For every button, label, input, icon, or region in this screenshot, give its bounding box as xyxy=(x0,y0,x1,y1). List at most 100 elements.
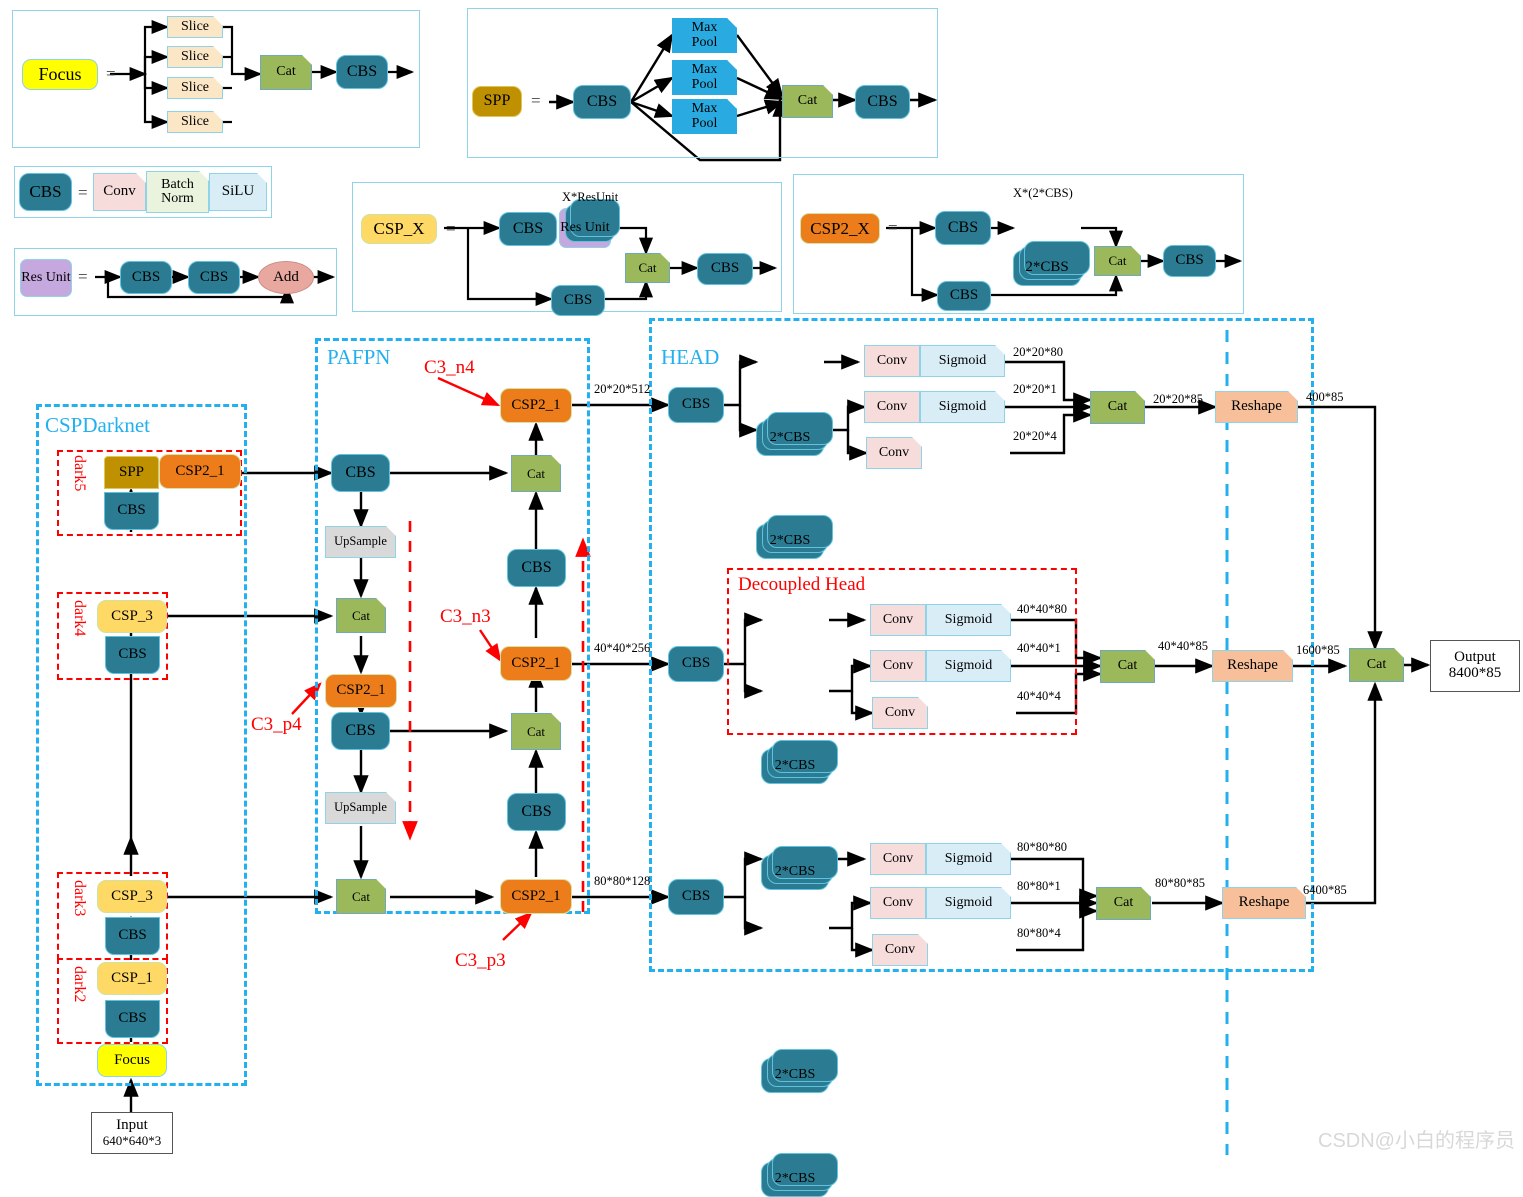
head-branch2-cls-sigmoid: Sigmoid xyxy=(926,604,1011,636)
pafpn-csp2-1-n4: CSP2_1 xyxy=(500,388,572,423)
legend-csp2x-caption: X*(2*CBS) xyxy=(1013,186,1073,200)
legend-focus-cbs: CBS xyxy=(336,55,388,89)
head-branch3-reg-conv: Conv xyxy=(872,934,928,966)
dark3-label: dark3 xyxy=(71,880,88,917)
dark2-cbs: CBS xyxy=(105,1000,160,1038)
legend-resunit-cbs2: CBS xyxy=(188,261,240,294)
legend-maxpool-1: Max Pool xyxy=(672,18,737,53)
head-branch1-cls-stack: 2*CBS xyxy=(756,412,833,456)
head-branch2-reg-stack: 2*CBS xyxy=(761,846,838,890)
head-branch3-in-dim: 80*80*128 xyxy=(594,874,651,888)
final-cat: Cat xyxy=(1349,648,1404,682)
legend-csp2x-cbs-out: CBS xyxy=(1163,245,1216,277)
maxpool-label-1: Max xyxy=(691,19,718,35)
head-branch3-obj-conv: Conv xyxy=(870,887,926,919)
legend-resunit-cbs1: CBS xyxy=(120,261,172,294)
head-branch1-reg-dim: 20*20*4 xyxy=(1013,429,1057,443)
head-branch2-reg-dim: 40*40*4 xyxy=(1017,689,1061,703)
legend-csp2x-2cbs: 2*CBS xyxy=(1013,241,1090,286)
pafpn-cbs-top: CBS xyxy=(331,454,390,492)
head-branch2-cls-stack: 2*CBS xyxy=(761,740,838,784)
legend-cspx-cbs-top: CBS xyxy=(499,212,557,246)
pafpn-cat-2: Cat xyxy=(336,879,386,914)
output-node: Output 8400*85 xyxy=(1430,640,1520,692)
legend-spp-equals: = xyxy=(531,91,541,110)
legend-csp2x-cbs-top: CBS xyxy=(935,211,991,245)
head-branch3-cls-sigmoid: Sigmoid xyxy=(926,843,1011,875)
head-branch2-obj-dim: 40*40*1 xyxy=(1017,641,1061,655)
legend-csp2x-cat: Cat xyxy=(1094,246,1141,276)
head-branch3-cls-dim: 80*80*80 xyxy=(1017,840,1067,854)
legend-csp2x-block: CSP2_X xyxy=(800,213,880,244)
head-branch2-obj-sigmoid: Sigmoid xyxy=(926,650,1011,682)
head-branch2-cat-dim: 40*40*85 xyxy=(1158,639,1208,653)
pafpn-cbs-mid: CBS xyxy=(331,712,390,750)
decoupled-head-label: Decoupled Head xyxy=(738,574,866,595)
legend-spp-cat: Cat xyxy=(782,85,833,118)
head-branch1-cls-conv: Conv xyxy=(864,345,920,377)
backbone-focus: Focus xyxy=(97,1044,167,1077)
legend-cspx-cbs-out: CBS xyxy=(697,253,753,285)
pafpn-cbs-n4: CBS xyxy=(507,549,566,587)
maxpool-label-3b: Pool xyxy=(691,115,718,131)
annotation-c3-n3: C3_n3 xyxy=(440,606,491,627)
legend-cbs-equals: = xyxy=(78,183,88,202)
maxpool-label-2: Max xyxy=(691,61,718,77)
pafpn-title: PAFPN xyxy=(327,345,391,369)
maxpool-label-2b: Pool xyxy=(691,76,718,92)
dark5-csp2-1: CSP2_1 xyxy=(159,454,241,489)
legend-resunit-equals: = xyxy=(78,267,88,286)
maxpool-label-3: Max xyxy=(691,100,718,116)
head-branch1-cat-dim: 20*20*85 xyxy=(1153,392,1203,406)
head-branch1-reg-conv: Conv xyxy=(866,437,922,469)
head-branch1-obj-dim: 20*20*1 xyxy=(1013,382,1057,396)
head-branch2-cls-dim: 40*40*80 xyxy=(1017,602,1067,616)
watermark: CSDN@小白的程序员 xyxy=(1318,1130,1515,1152)
head-branch2-reg-conv: Conv xyxy=(872,697,928,729)
head-branch3-cbs: CBS xyxy=(668,879,724,915)
maxpool-label-1b: Pool xyxy=(691,34,718,50)
legend-spp-cbs-out: CBS xyxy=(855,85,910,119)
legend-cspx-resunit-caption: X*ResUnit xyxy=(562,190,619,204)
annotation-c3-n4: C3_n4 xyxy=(424,357,475,378)
legend-resunit-add: Add xyxy=(258,261,314,294)
head-branch3-reg-dim: 80*80*4 xyxy=(1017,926,1061,940)
dark4-label: dark4 xyxy=(71,600,88,637)
legend-slice-1: Slice xyxy=(167,16,223,38)
head-branch1-in-dim: 20*20*512 xyxy=(594,382,651,396)
legend-resunit-block: Res Unit xyxy=(20,259,72,297)
head-branch1-reg-stack: 2*CBS xyxy=(756,515,833,559)
pafpn-cat-n3: Cat xyxy=(511,713,561,750)
dark2-csp-1: CSP_1 xyxy=(97,962,167,995)
legend-slice-4: Slice xyxy=(167,111,223,133)
legend-spp-cbs-in: CBS xyxy=(573,85,631,119)
head-branch1-cbs: CBS xyxy=(668,387,724,423)
pafpn-upsample-1: UpSample xyxy=(325,526,396,558)
pafpn-cbs-n3: CBS xyxy=(507,793,566,831)
legend-maxpool-3: Max Pool xyxy=(672,99,737,134)
head-branch2-cbs: CBS xyxy=(668,646,724,682)
legend-spp-block: SPP xyxy=(472,86,522,117)
pafpn-csp2-1-p4: CSP2_1 xyxy=(325,674,397,708)
legend-slice-3: Slice xyxy=(167,77,223,99)
legend-focus-cat: Cat xyxy=(260,55,312,90)
dark4-csp-3: CSP_3 xyxy=(97,600,167,633)
dark5-cbs: CBS xyxy=(104,492,159,530)
head-branch1-cat: Cat xyxy=(1090,391,1145,424)
head-branch2-cat: Cat xyxy=(1100,650,1155,683)
head-branch2-reshape: Reshape xyxy=(1212,650,1293,682)
head-branch3-reshape-dim: 6400*85 xyxy=(1303,883,1347,897)
legend-slice-2: Slice xyxy=(167,46,223,68)
annotation-c3-p3: C3_p3 xyxy=(455,950,506,971)
dark3-csp-3: CSP_3 xyxy=(97,880,167,913)
output-dims: 8400*85 xyxy=(1448,665,1502,681)
head-branch3-cat-dim: 80*80*85 xyxy=(1155,876,1205,890)
legend-cbs-batchnorm: Batch Norm xyxy=(146,171,209,213)
head-branch2-obj-conv: Conv xyxy=(870,650,926,682)
output-title: Output xyxy=(1454,649,1496,666)
pafpn-csp2-1-p3: CSP2_1 xyxy=(500,879,572,914)
head-branch1-obj-sigmoid: Sigmoid xyxy=(920,391,1005,423)
input-title: Input xyxy=(116,1117,148,1134)
legend-cbs-block: CBS xyxy=(19,173,72,211)
legend-cspx-cbs-bottom: CBS xyxy=(551,285,605,316)
